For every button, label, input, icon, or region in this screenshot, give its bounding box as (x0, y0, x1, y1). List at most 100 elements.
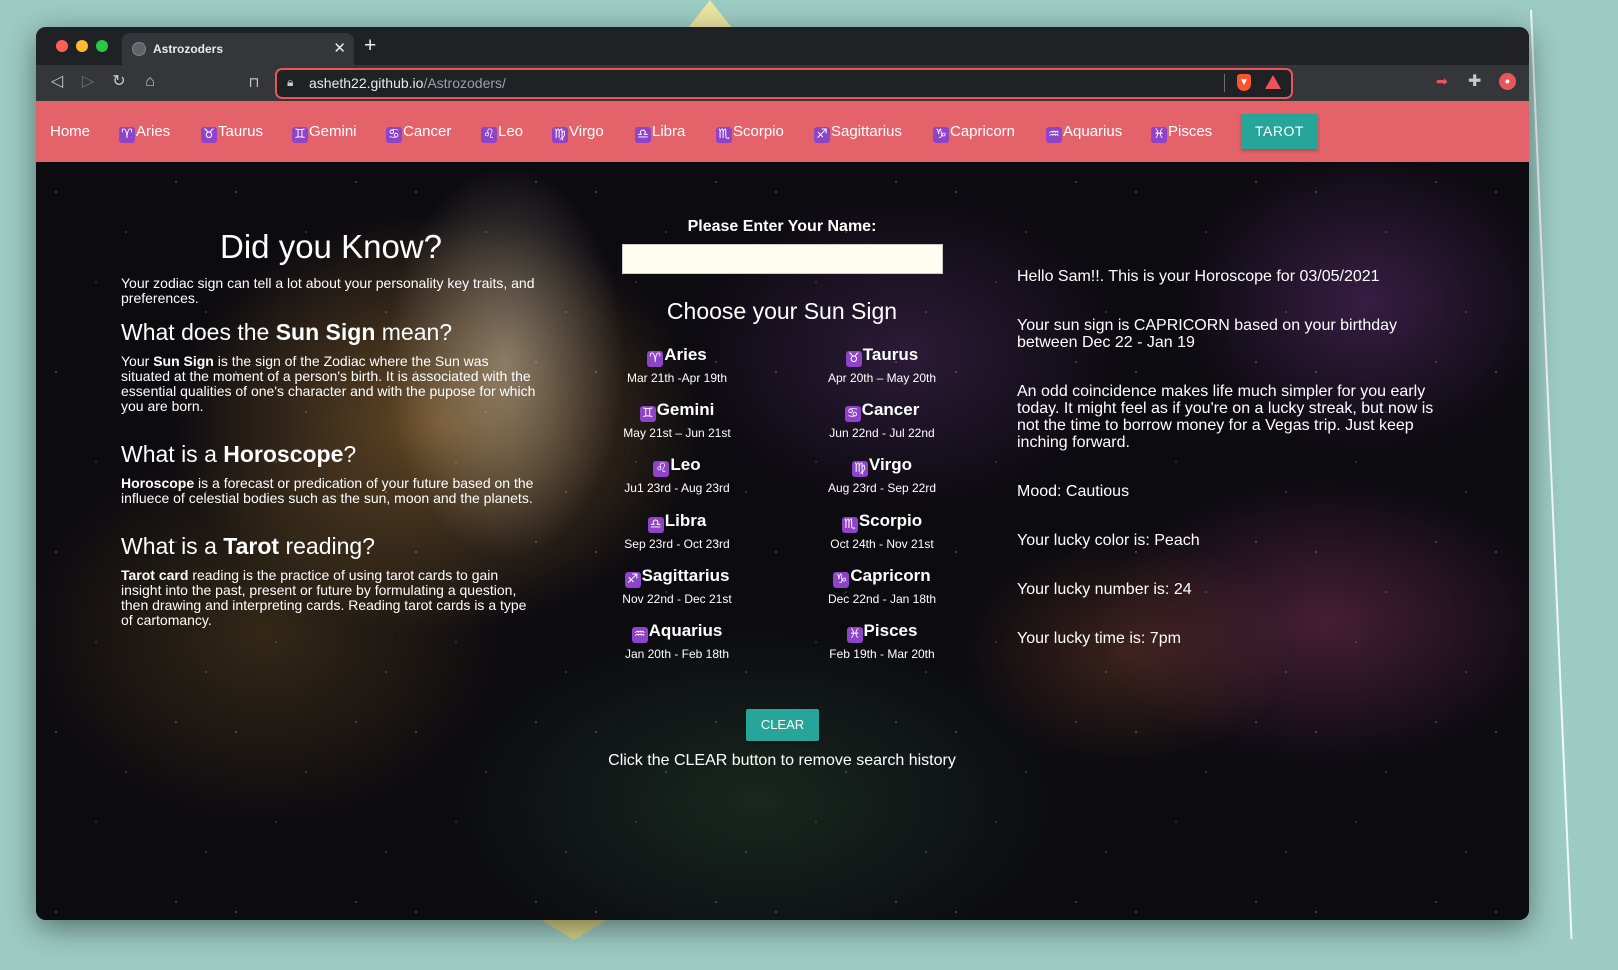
sign-cancer[interactable]: ♋ Cancer Jun 22nd - Jul 22nd (802, 400, 962, 440)
mood-text: Mood: Cautious (1017, 483, 1130, 500)
aries-icon: ♈ (647, 351, 664, 367)
horoscope-text: Horoscope is a forecast or predication o… (121, 475, 534, 506)
sun-sign-text: Your Sun Sign is the sign of the Zodiac … (121, 353, 536, 414)
gemini-icon: ♊ (292, 127, 308, 143)
sign-sagittarius[interactable]: ♐ Sagittarius Nov 22nd - Dec 21st (597, 566, 757, 606)
extension-icon[interactable]: ➡ (1436, 73, 1448, 90)
nav-scorpio[interactable]: ♏ Scorpio (716, 123, 784, 143)
virgo-icon: ♍ (552, 127, 568, 143)
capricorn-icon: ♑ (933, 127, 949, 143)
horoscope-result: Hello Sam!!. This is your Horoscope for … (1017, 268, 1457, 679)
capricorn-icon: ♑ (833, 572, 850, 588)
close-tab-icon[interactable]: ✕ (333, 39, 346, 57)
sun-sign-heading: What does the Sun Sign mean? (121, 319, 453, 345)
puzzle-icon[interactable]: ✚ (1468, 71, 1481, 91)
lucky-number-text: Your lucky number is: 24 (1017, 581, 1192, 598)
sign-libra[interactable]: ♎ Libra Sep 23rd - Oct 23rd (597, 511, 757, 551)
decorative-triangle-bottom (538, 918, 610, 940)
sign-virgo[interactable]: ♍ Virgo Aug 23rd - Sep 22rd (802, 455, 962, 495)
pisces-icon: ♓ (846, 627, 863, 643)
new-tab-icon[interactable]: + (364, 35, 376, 57)
nav-virgo[interactable]: ♍ Virgo (552, 123, 604, 143)
url-text: asheth22.github.io/Astrozoders/ (309, 75, 506, 91)
profile-icon[interactable]: ● (1499, 73, 1516, 90)
lock-icon: 🔒︎ (287, 75, 294, 89)
nav-leo[interactable]: ♌ Leo (481, 123, 523, 143)
home-icon[interactable]: ⌂ (138, 70, 162, 94)
decorative-line (1530, 9, 1573, 940)
site-navbar: Home ♈ Aries ♉ Taurus ♊ Gemini ♋ Cancer ♌ Leo… (36, 101, 1529, 162)
globe-icon (132, 42, 146, 56)
sign-taurus[interactable]: ♉ Taurus Apr 20th – May 20th (802, 345, 962, 385)
nav-taurus[interactable]: ♉ Taurus (201, 123, 263, 143)
lucky-color-text: Your lucky color is: Peach (1017, 532, 1200, 549)
nav-cancer[interactable]: ♋ Cancer (386, 123, 451, 143)
cancer-icon: ♋ (386, 127, 402, 143)
sign-leo[interactable]: ♌ Leo Ju1 23rd - Aug 23rd (597, 455, 757, 495)
intro-text: Your zodiac sign can tell a lot about yo… (121, 275, 535, 306)
brave-shield-icon[interactable]: ▼ (1237, 74, 1251, 91)
clear-button[interactable]: CLEAR (746, 709, 819, 741)
virgo-icon: ♍ (851, 461, 868, 477)
aries-icon: ♈ (119, 127, 135, 143)
sign-pisces[interactable]: ♓ Pisces Feb 19th - Mar 20th (802, 621, 962, 661)
browser-toolbar: ◁ ▷ ↻ ⌂ ⊓ 🔒︎ asheth22.github.io/Astrozod… (36, 65, 1529, 101)
horoscope-heading: What is a Horoscope? (121, 441, 357, 467)
nav-libra[interactable]: ♎ Libra (635, 123, 685, 143)
taurus-icon: ♉ (201, 127, 217, 143)
tarot-button[interactable]: TAROT (1241, 114, 1318, 149)
tab-title: Astrozoders (153, 42, 224, 56)
sign-aquarius[interactable]: ♒ Aquarius Jan 20th - Feb 18th (597, 621, 757, 661)
tarot-text: Tarot card reading is the practice of us… (121, 567, 527, 628)
nav-pisces[interactable]: ♓ Pisces (1151, 123, 1212, 143)
browser-window: Astrozoders ✕ + ◁ ▷ ↻ ⌂ ⊓ 🔒︎ asheth22.gi… (36, 27, 1529, 920)
decorative-triangle-top (688, 0, 732, 28)
back-icon[interactable]: ◁ (45, 70, 69, 94)
brave-rewards-icon[interactable] (1265, 75, 1281, 89)
clear-note: Click the CLEAR button to remove search … (608, 752, 956, 769)
reload-icon[interactable]: ↻ (107, 70, 131, 94)
greeting-text: Hello Sam!!. This is your Horoscope for … (1017, 268, 1380, 285)
close-window-button[interactable] (56, 40, 68, 52)
nav-home[interactable]: Home (50, 123, 90, 140)
gemini-icon: ♊ (639, 406, 656, 422)
did-you-know-section: Did you Know? Your zodiac sign can tell … (121, 228, 541, 628)
tab-bar: Astrozoders ✕ + (36, 27, 1529, 65)
nav-gemini[interactable]: ♊ Gemini (292, 123, 357, 143)
tarot-heading: What is a Tarot reading? (121, 533, 375, 559)
taurus-icon: ♉ (845, 351, 862, 367)
sign-grid: ♈ Aries Mar 21th -Apr 19th ♉ Taurus Apr 20th… (597, 345, 967, 675)
bookmark-icon[interactable]: ⊓ (242, 70, 266, 94)
leo-icon: ♌ (653, 461, 670, 477)
sagittarius-icon: ♐ (624, 572, 641, 588)
libra-icon: ♎ (647, 517, 664, 533)
nav-aries[interactable]: ♈ Aries (119, 123, 170, 143)
browser-tab[interactable]: Astrozoders ✕ (122, 33, 354, 65)
nav-aquarius[interactable]: ♒ Aquarius (1046, 123, 1122, 143)
pisces-icon: ♓ (1151, 127, 1167, 143)
sign-aries[interactable]: ♈ Aries Mar 21th -Apr 19th (597, 345, 757, 385)
cancer-icon: ♋ (844, 406, 861, 422)
name-label: Please Enter Your Name: (687, 218, 877, 235)
sign-scorpio[interactable]: ♏ Scorpio Oct 24th - Nov 21st (802, 511, 962, 551)
name-input[interactable] (621, 244, 943, 274)
sagittarius-icon: ♐ (814, 127, 830, 143)
address-bar[interactable]: 🔒︎ asheth22.github.io/Astrozoders/ ▼ (275, 68, 1293, 99)
sign-picker-section: Please Enter Your Name: Choose your Sun … (597, 218, 967, 769)
did-you-know-title: Did you Know? (220, 228, 442, 265)
sign-gemini[interactable]: ♊ Gemini May 21st – Jun 21st (597, 400, 757, 440)
lucky-time-text: Your lucky time is: 7pm (1017, 630, 1181, 647)
forward-icon[interactable]: ▷ (76, 70, 100, 94)
maximize-window-button[interactable] (96, 40, 108, 52)
address-bar-divider (1224, 74, 1225, 92)
nav-capricorn[interactable]: ♑ Capricorn (933, 123, 1015, 143)
nav-sagittarius[interactable]: ♐ Sagittarius (814, 123, 902, 143)
scorpio-icon: ♏ (716, 127, 732, 143)
leo-icon: ♌ (481, 127, 497, 143)
libra-icon: ♎ (635, 127, 651, 143)
main-content: Did you Know? Your zodiac sign can tell … (36, 162, 1529, 920)
sign-capricorn[interactable]: ♑ Capricorn Dec 22nd - Jan 18th (802, 566, 962, 606)
minimize-window-button[interactable] (76, 40, 88, 52)
scorpio-icon: ♏ (841, 517, 858, 533)
aquarius-icon: ♒ (1046, 127, 1062, 143)
